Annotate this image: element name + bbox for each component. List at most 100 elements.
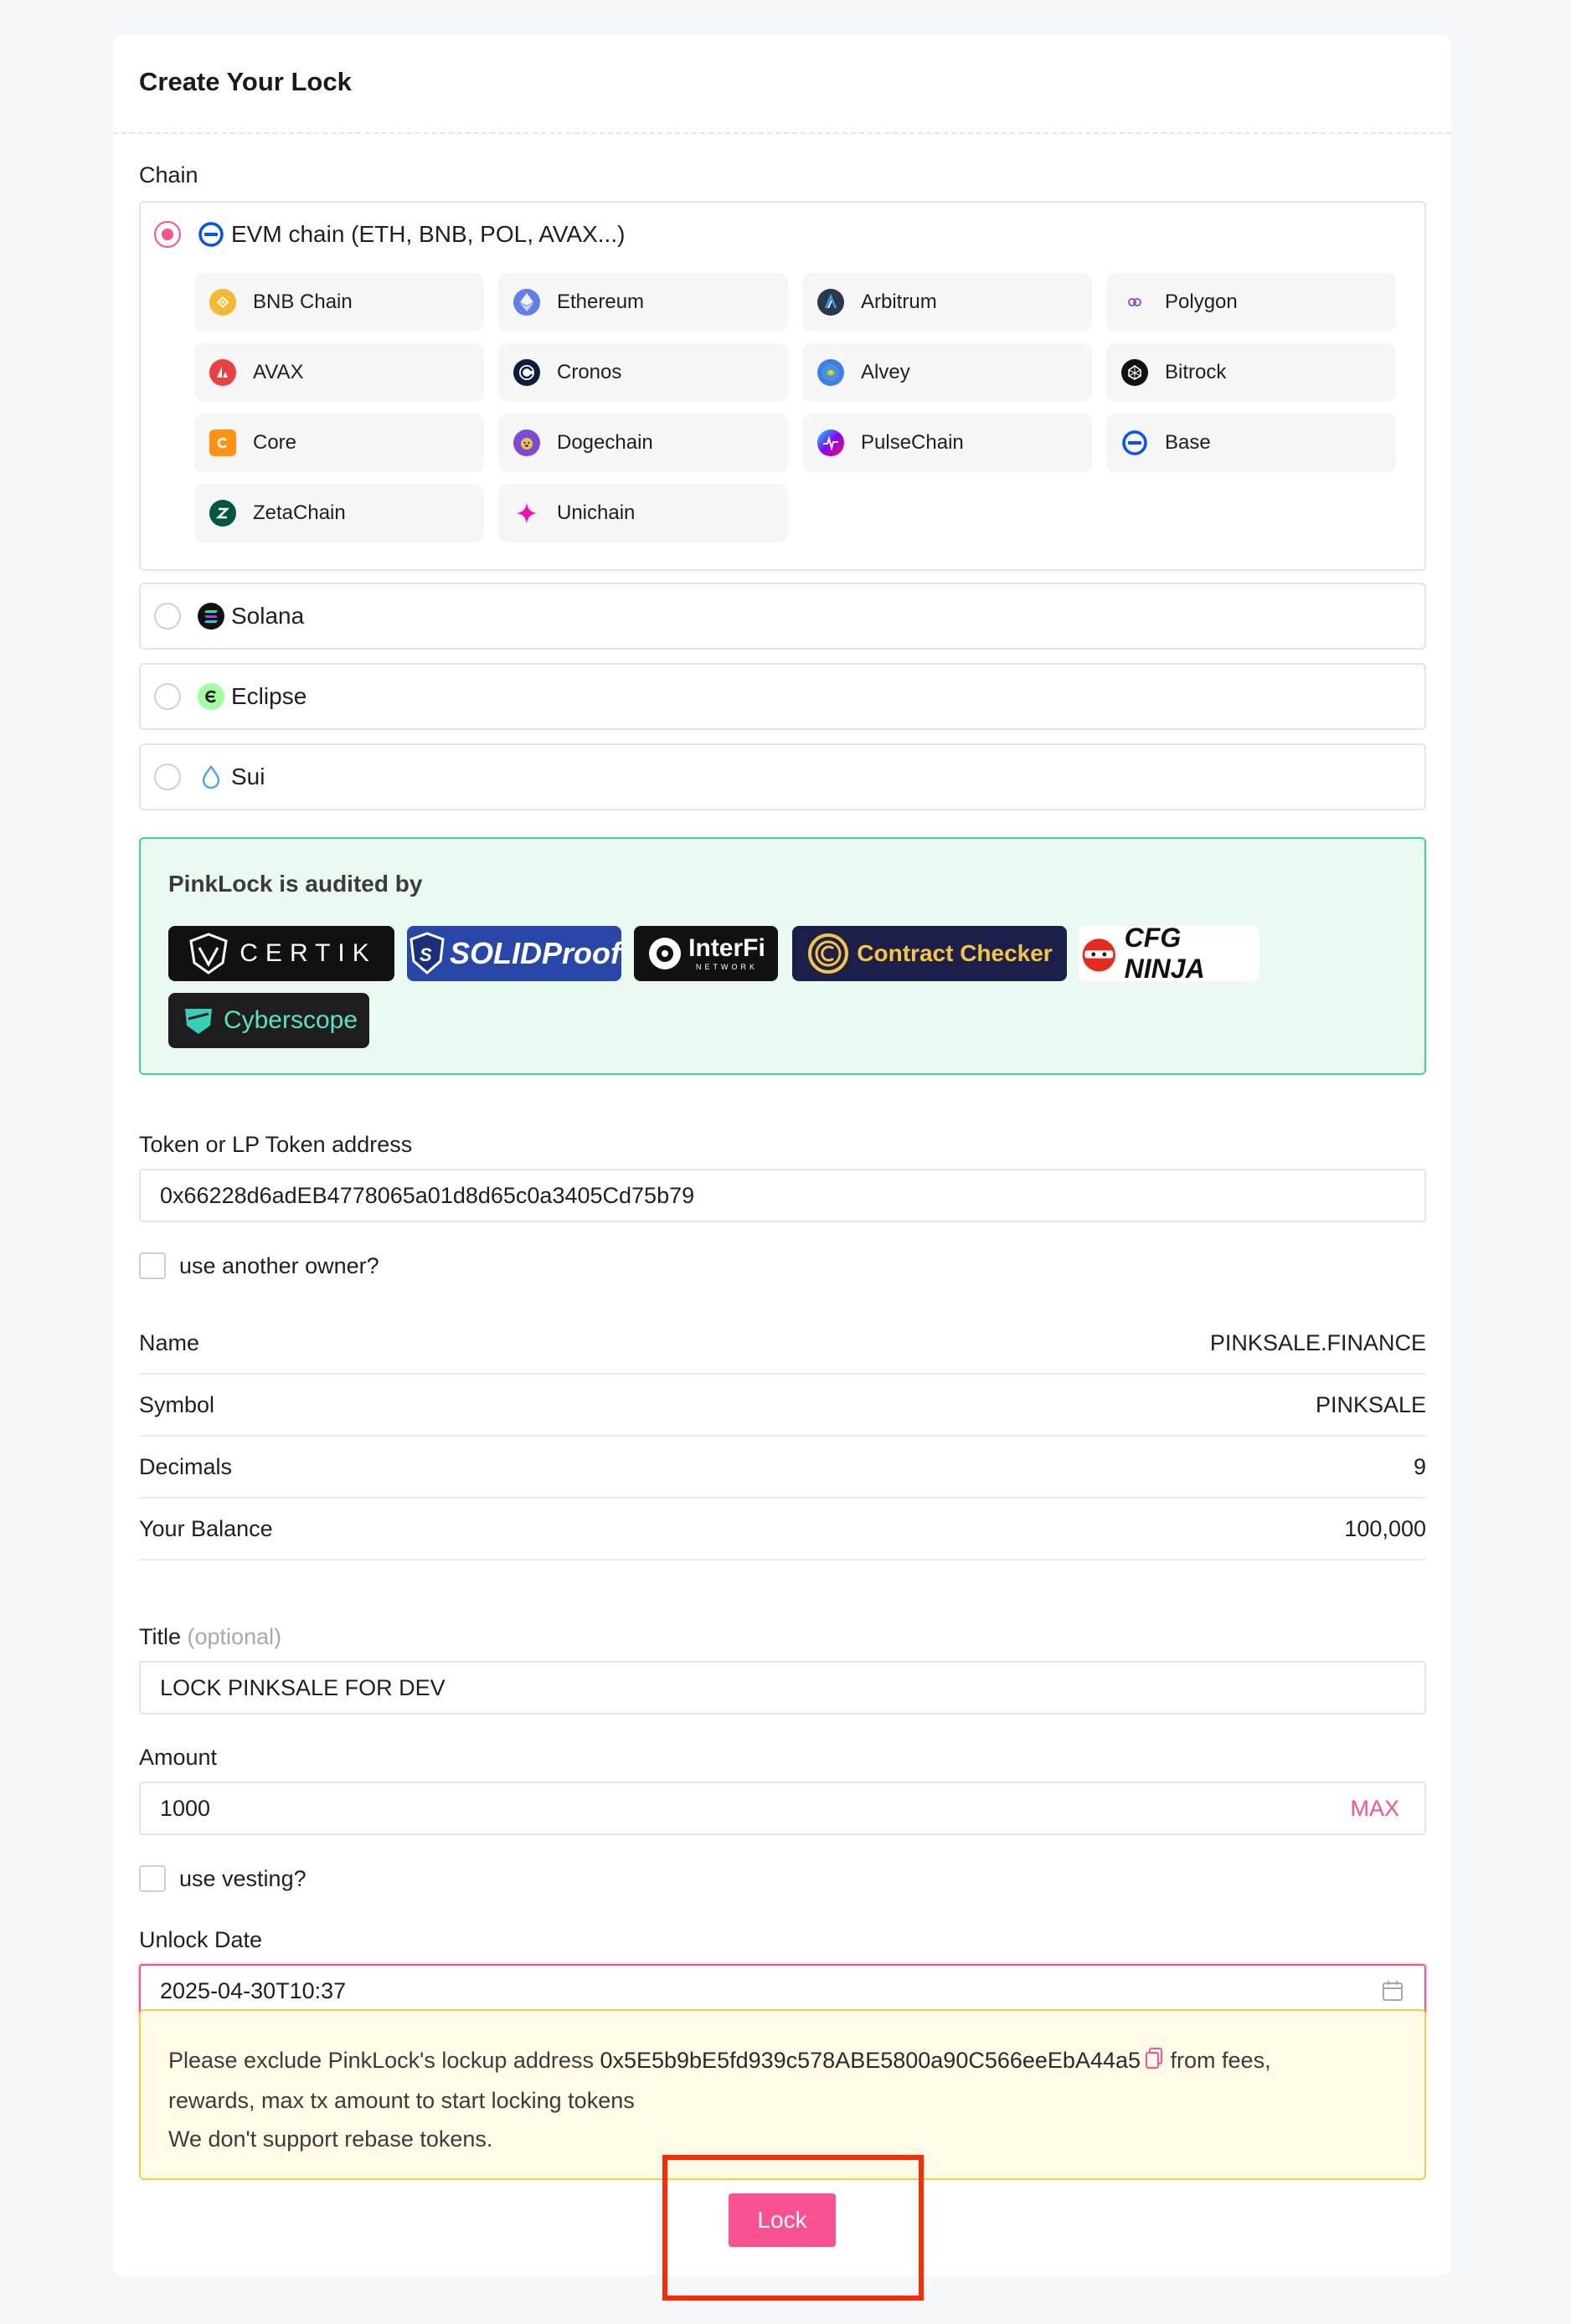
lockup-address: 0x5E5b9bE5fd939c578ABE5800a90C566eeEbA44… (600, 2048, 1141, 2073)
title-label: Title (optional) (139, 1624, 281, 1650)
eclipse-radio[interactable] (154, 683, 181, 710)
solidproof-label: SOLIDProof (450, 936, 621, 970)
solidproof-logo[interactable]: S SOLIDProof (407, 926, 621, 981)
title-input[interactable]: LOCK PINKSALE FOR DEV (139, 1661, 1426, 1715)
chain-option-evm[interactable]: EVM chain (ETH, BNB, POL, AVAX...) BNB C… (139, 201, 1426, 571)
info-key: Decimals (139, 1453, 233, 1479)
certik-logo[interactable]: CERTIK (168, 926, 394, 981)
amount-input[interactable]: 1000 MAX (139, 1782, 1426, 1835)
svg-text:S: S (420, 944, 432, 965)
warning-line-2: rewards, max tx amount to start locking … (168, 2087, 635, 2113)
another-owner-checkbox[interactable] (139, 1252, 166, 1279)
info-key: Your Balance (139, 1515, 273, 1541)
annotation-highlight-box (662, 2155, 924, 2301)
create-lock-card: Create Your Lock Chain EVM chain (ETH, B… (113, 35, 1451, 2275)
info-key: Name (139, 1329, 200, 1355)
amount-label: Amount (139, 1745, 218, 1770)
card-header: Create Your Lock (113, 35, 1451, 134)
copy-icon[interactable] (1144, 2043, 1164, 2081)
eclipse-icon (198, 683, 224, 710)
vesting-row[interactable]: use vesting? (139, 1865, 306, 1892)
warning-line-1: Please exclude PinkLock's lockup address… (168, 2041, 1397, 2081)
network-chip-arbitrum[interactable]: Arbitrum (802, 273, 1092, 332)
solana-radio[interactable] (154, 603, 181, 630)
network-chip-cronos[interactable]: Cronos (498, 343, 788, 402)
title-value: LOCK PINKSALE FOR DEV (160, 1674, 446, 1700)
network-chip-core[interactable]: Core (194, 414, 484, 472)
network-label: Base (1165, 431, 1211, 454)
contract-checker-logo[interactable]: Contract Checker (792, 926, 1067, 981)
evm-radio[interactable] (154, 221, 181, 248)
bitrock-icon (1121, 359, 1148, 386)
unichain-icon (513, 500, 540, 527)
sui-radio[interactable] (154, 764, 181, 790)
interfi-wordmark: InterFi NETWORK (688, 936, 765, 971)
network-chip-bnb[interactable]: BNB Chain (194, 273, 484, 332)
vesting-label: use vesting? (179, 1865, 306, 1891)
alvey-icon (817, 359, 844, 386)
solidproof-shield-icon: S (409, 932, 445, 974)
cyberscope-label: Cyberscope (223, 1006, 358, 1034)
audit-box: PinkLock is audited by CERTIK S SOLIDPro… (139, 837, 1426, 1075)
bnb-icon (209, 289, 236, 316)
interfi-sublabel: NETWORK (695, 963, 758, 971)
network-label: ZetaChain (253, 501, 346, 524)
chain-label: Chain (139, 162, 198, 188)
info-row-name: Name PINKSALE.FINANCE (139, 1313, 1426, 1375)
warning-line-3: We don't support rebase tokens. (168, 2126, 493, 2152)
avax-icon (209, 359, 236, 386)
page-title: Create Your Lock (139, 67, 352, 96)
network-chip-alvey[interactable]: Alvey (802, 343, 1092, 402)
core-icon (209, 429, 236, 456)
vesting-checkbox[interactable] (139, 1865, 166, 1892)
audit-title: PinkLock is audited by (168, 871, 423, 897)
network-chip-polygon[interactable]: Polygon (1106, 273, 1396, 332)
title-label-text: Title (139, 1624, 182, 1649)
pulsechain-icon (817, 429, 844, 456)
cronos-icon (513, 359, 540, 386)
network-chip-base[interactable]: Base (1106, 414, 1396, 472)
network-label: Core (253, 431, 297, 454)
network-chip-unichain[interactable]: Unichain (498, 484, 788, 542)
another-owner-label: use another owner? (179, 1252, 379, 1278)
info-row-balance: Your Balance 100,000 (139, 1499, 1426, 1560)
network-chip-bitrock[interactable]: Bitrock (1106, 343, 1396, 402)
token-address-label: Token or LP Token address (139, 1132, 413, 1157)
network-label: Unichain (557, 501, 636, 524)
network-chip-ethereum[interactable]: Ethereum (498, 273, 788, 332)
info-row-decimals: Decimals 9 (139, 1437, 1426, 1499)
network-chip-zetachain[interactable]: ZetaChain (194, 484, 484, 542)
cyberscope-logo[interactable]: Cyberscope (168, 993, 369, 1048)
chain-option-eclipse[interactable]: Eclipse (139, 663, 1426, 730)
network-chip-dogechain[interactable]: Dogechain (498, 414, 788, 472)
info-row-symbol: Symbol PINKSALE (139, 1375, 1426, 1437)
zetachain-icon (209, 500, 236, 527)
interfi-logo[interactable]: InterFi NETWORK (634, 926, 778, 981)
certik-label: CERTIK (240, 939, 377, 967)
solana-icon (198, 603, 224, 630)
chain-option-solana[interactable]: Solana (139, 583, 1426, 650)
cfg-ninja-label: CFG NINJA (1124, 923, 1205, 984)
interfi-circle-icon (649, 938, 682, 969)
info-value: 9 (1413, 1453, 1426, 1479)
info-key: Symbol (139, 1391, 215, 1417)
info-value: 100,000 (1344, 1515, 1426, 1541)
warning-suffix: from fees, (1170, 2048, 1271, 2073)
calendar-icon[interactable] (1381, 1979, 1404, 2008)
network-label: Alvey (861, 361, 910, 383)
eclipse-label: Eclipse (231, 683, 307, 709)
info-value: PINKSALE.FINANCE (1209, 1329, 1426, 1355)
network-label: Ethereum (557, 290, 645, 313)
ethereum-icon (513, 289, 540, 316)
title-optional-hint: (optional) (187, 1624, 282, 1649)
token-address-input[interactable]: 0x66228d6adEB4778065a01d8d65c0a3405Cd75b… (139, 1169, 1426, 1222)
base-icon (1121, 429, 1148, 456)
network-chip-pulsechain[interactable]: PulseChain (802, 414, 1092, 472)
network-chip-avax[interactable]: AVAX (194, 343, 484, 402)
max-button[interactable]: MAX (1350, 1796, 1399, 1822)
cfg-ninja-logo[interactable]: CFG NINJA (1079, 923, 1259, 984)
unlock-date-value: 2025-04-30T10:37 (160, 1977, 347, 2003)
chain-option-sui[interactable]: Sui (139, 743, 1426, 810)
another-owner-row[interactable]: use another owner? (139, 1252, 379, 1279)
network-label: AVAX (253, 361, 304, 383)
